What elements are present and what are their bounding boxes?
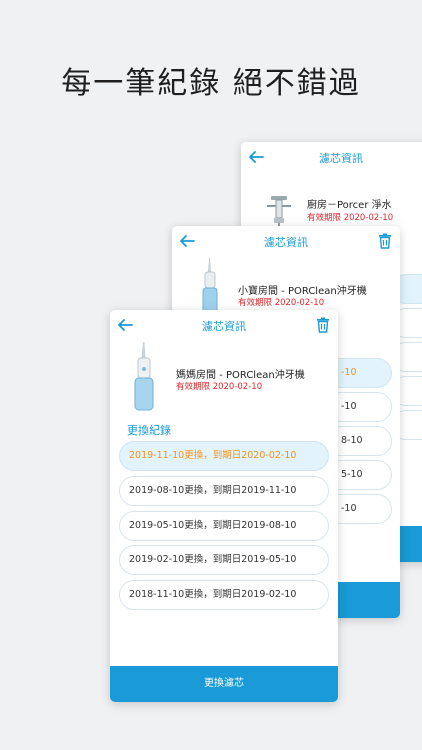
record-item[interactable]: 2018-11-10更換，到期日2019-02-10 [119, 580, 329, 610]
page-title: 濾芯資訊 [264, 236, 308, 249]
device-name: 小寶房間 - PORClean沖牙機 [238, 286, 367, 297]
card-header: 濾芯資訊 [241, 142, 422, 172]
card-header: 濾芯資訊 [110, 310, 338, 340]
device-name: 廚房－Porcer 淨水 [307, 200, 392, 211]
record-item[interactable]: 2019-08-10更換，到期日2019-11-10 [119, 476, 329, 506]
water-flosser-icon [202, 258, 218, 317]
trash-icon[interactable] [378, 233, 392, 249]
expiry-date: 有效期限 2020-02-10 [307, 213, 394, 223]
water-purifier-icon [267, 196, 291, 227]
headline: 每一筆紀錄 絕不錯過 [61, 66, 361, 101]
filter-info-card-moms-room: 濾芯資訊 媽媽房間 - PORClean沖牙機 有效期限 2020-02-10 … [110, 310, 338, 702]
replace-filter-button[interactable]: 更換濾芯 [110, 666, 338, 702]
record-item[interactable]: 2019-05-10更換，到期日2019-08-10 [119, 511, 329, 541]
expiry-date: 有效期限 2020-02-10 [176, 382, 263, 392]
record-item[interactable]: 2019-11-10更換，到期日2020-02-10 [119, 441, 329, 471]
page-title: 濾芯資訊 [202, 320, 246, 333]
device-name: 媽媽房間 - PORClean沖牙機 [176, 370, 305, 381]
card-header: 濾芯資訊 [172, 226, 400, 256]
page-title: 濾芯資訊 [319, 152, 363, 165]
trash-icon[interactable] [316, 317, 330, 333]
expiry-date: 有效期限 2020-02-10 [238, 298, 325, 308]
record-item[interactable]: 2019-02-10更換，到期日2019-05-10 [119, 545, 329, 575]
records-section-title: 更換紀錄 [127, 424, 171, 437]
water-flosser-icon [134, 342, 154, 411]
